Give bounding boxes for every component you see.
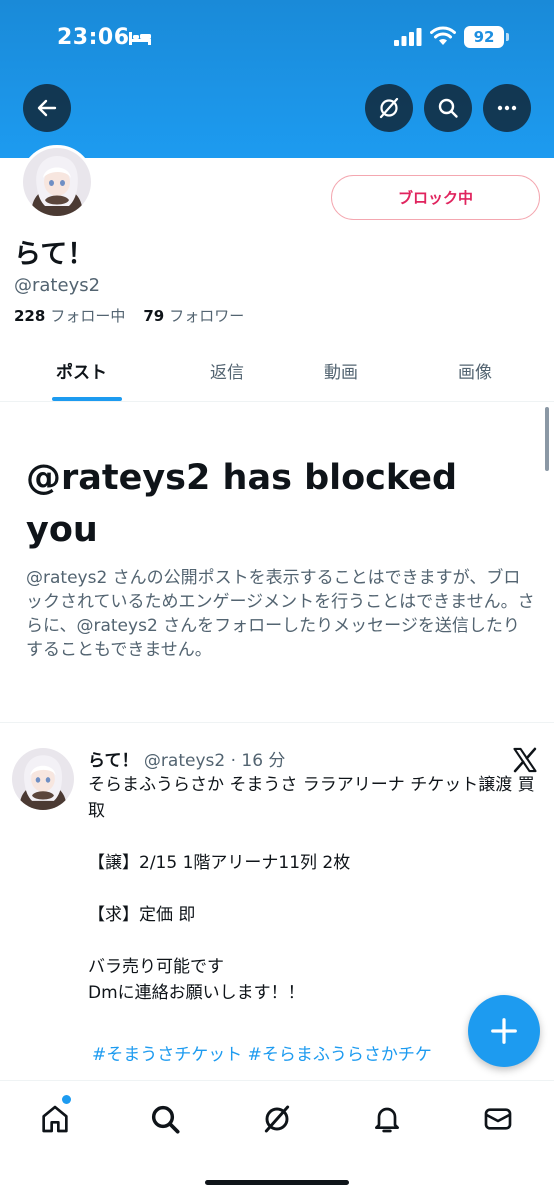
- post-author-name[interactable]: らて！: [88, 751, 139, 771]
- search-button[interactable]: [424, 84, 472, 132]
- home-icon: [42, 1105, 68, 1133]
- more-icon: [497, 105, 517, 111]
- plus-icon: [491, 1018, 517, 1044]
- profile-handle: @rateys2: [14, 275, 101, 296]
- tab-replies[interactable]: 返信: [210, 358, 244, 383]
- nav-notifications[interactable]: [367, 1099, 407, 1139]
- cellular-signal-icon: [394, 28, 422, 46]
- followers-label: フォロワー: [169, 307, 245, 325]
- battery-level: 92: [464, 26, 504, 48]
- grok-button[interactable]: [365, 84, 413, 132]
- scrollbar[interactable]: [545, 407, 549, 471]
- post-text: そらまふうらさか そまうさ ララアリーナ チケット譲渡 買取 【譲】2/15 1…: [88, 775, 535, 1003]
- nav-grok[interactable]: [257, 1099, 297, 1139]
- followers-link[interactable]: 79 フォロワー: [143, 305, 244, 326]
- nav-messages[interactable]: [478, 1099, 518, 1139]
- post-author-avatar[interactable]: [12, 748, 74, 810]
- notifications-icon: [375, 1107, 399, 1133]
- search-icon: [151, 1105, 180, 1134]
- followers-count: 79: [143, 307, 165, 325]
- sleep-focus-icon: [129, 32, 151, 45]
- active-tab-indicator: [52, 397, 122, 401]
- grok-icon: [264, 1105, 290, 1133]
- profile-tabs: ポスト 返信 動画 画像: [0, 340, 554, 402]
- back-arrow-icon: [37, 99, 57, 117]
- search-icon: [438, 98, 458, 118]
- messages-icon: [484, 1108, 512, 1130]
- more-button[interactable]: [483, 84, 531, 132]
- status-time: 23:06: [57, 25, 130, 50]
- avatar-image: [23, 148, 91, 216]
- wifi-icon: [430, 26, 456, 45]
- post-meta: @rateys2 · 16 分: [143, 751, 286, 771]
- profile-display-name: らて！: [14, 239, 95, 270]
- home-indicator: [205, 1180, 349, 1185]
- back-button[interactable]: [23, 84, 71, 132]
- status-bar: 23:06 92: [0, 0, 554, 76]
- tab-media[interactable]: 画像: [458, 358, 492, 383]
- post-hashtags[interactable]: #そまうさチケット #そらまふうらさかチケ: [92, 1040, 492, 1065]
- following-count: 228: [14, 307, 46, 325]
- battery-tip: [506, 33, 509, 41]
- section-divider: [0, 722, 554, 723]
- avatar-image: [12, 748, 74, 810]
- nav-home[interactable]: [35, 1099, 75, 1139]
- follow-stats: 228 フォロー中 79 フォロワー: [14, 305, 244, 326]
- following-label: フォロー中: [50, 307, 126, 325]
- profile-avatar[interactable]: [20, 145, 94, 219]
- tab-posts[interactable]: ポスト: [56, 358, 107, 383]
- home-unread-dot: [62, 1095, 71, 1104]
- compose-button[interactable]: [468, 995, 540, 1067]
- blocked-notice-description: @rateys2 さんの公開ポストを表示することはできますが、ブロックされている…: [26, 568, 535, 660]
- grok-icon: [379, 97, 399, 119]
- x-logo-icon: [513, 747, 537, 773]
- nav-search[interactable]: [145, 1099, 185, 1139]
- tab-videos[interactable]: 動画: [324, 358, 358, 383]
- post-header: らて！ @rateys2 · 16 分: [88, 746, 285, 771]
- following-link[interactable]: 228 フォロー中: [14, 305, 125, 326]
- blocked-notice-title: @rateys2 has blocked you: [26, 458, 458, 550]
- blocked-button[interactable]: ブロック中: [331, 175, 540, 220]
